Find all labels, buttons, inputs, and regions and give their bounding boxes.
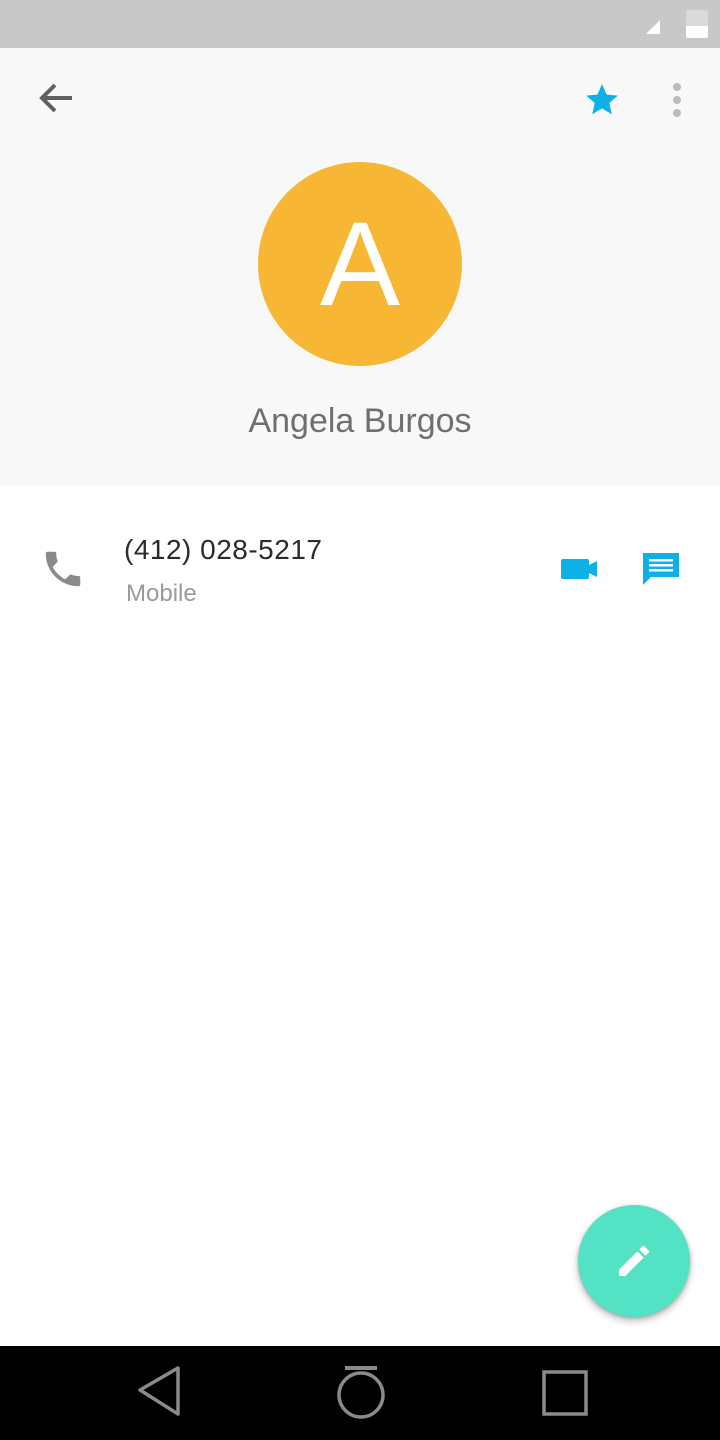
- nav-recents-icon[interactable]: [534, 1362, 596, 1424]
- phone-type-label: Mobile: [126, 580, 197, 607]
- more-options-button[interactable]: [656, 74, 698, 126]
- videocam-icon: [561, 559, 597, 579]
- contact-header: A Angela Burgos: [0, 48, 720, 486]
- back-button[interactable]: [30, 76, 82, 120]
- contact-avatar: A: [258, 162, 462, 366]
- phone-number: (412) 028-5217: [124, 534, 323, 565]
- signal-icon: [646, 20, 660, 34]
- nav-back-icon[interactable]: [130, 1362, 192, 1424]
- message-icon: [643, 553, 679, 585]
- send-message-button[interactable]: [634, 542, 688, 596]
- phone-entry-row[interactable]: (412) 028-5217 Mobile: [0, 520, 720, 620]
- contact-name: Angela Burgos: [248, 402, 472, 440]
- avatar-initial: A: [319, 197, 401, 331]
- navigation-bar: [0, 1346, 720, 1440]
- arrow-back-icon: [39, 83, 72, 113]
- more-vert-icon: [673, 83, 681, 117]
- video-call-button[interactable]: [554, 544, 604, 594]
- edit-pencil-icon: [619, 1246, 649, 1276]
- phone-icon: [45, 551, 81, 587]
- star-icon: [586, 84, 618, 115]
- nav-home-icon[interactable]: [330, 1362, 392, 1424]
- battery-icon: [686, 10, 708, 38]
- status-bar: [0, 0, 720, 48]
- edit-contact-button[interactable]: [578, 1205, 690, 1317]
- favorite-button[interactable]: [576, 74, 628, 126]
